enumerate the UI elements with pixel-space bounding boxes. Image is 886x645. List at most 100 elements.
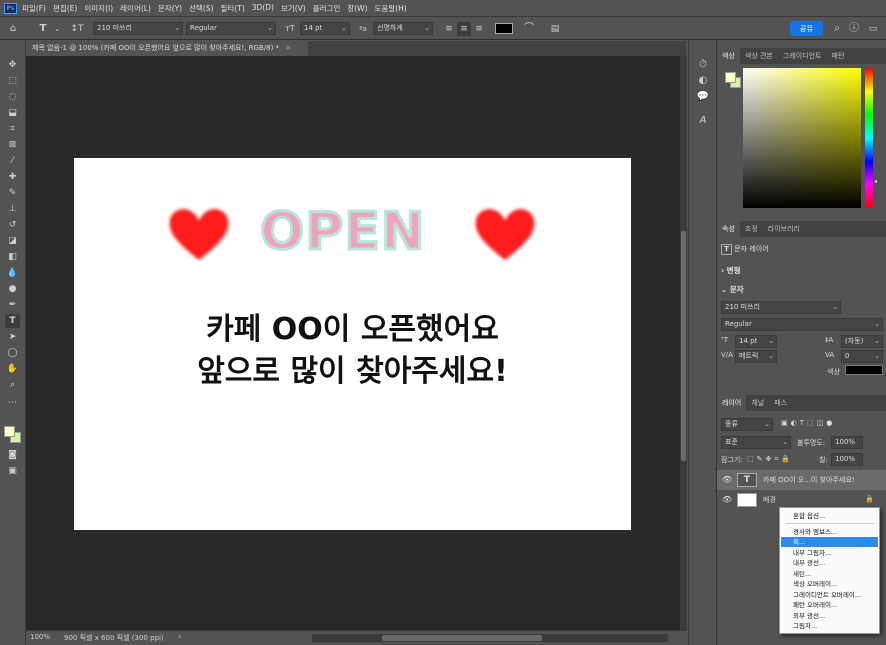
color-picker-field[interactable] — [743, 68, 861, 208]
tab-color[interactable]: 색상 — [717, 48, 740, 64]
history-panel-icon[interactable]: ⏱ — [696, 58, 710, 72]
horizontal-scrollbar[interactable] — [312, 634, 668, 642]
font-family-select[interactable]: 210 미쓰리 ⌄ — [93, 22, 183, 35]
context-menu-item[interactable]: 새틴... — [781, 569, 878, 579]
menu-item[interactable]: 플러그인 — [313, 3, 341, 14]
canvas-text-line-1[interactable]: 카페 OO이 오픈했어요 — [74, 304, 631, 348]
move-tool-icon[interactable]: ✥ — [5, 58, 20, 72]
type-tool-icon[interactable]: T — [5, 314, 20, 328]
gradient-tool-icon[interactable]: ◧ — [5, 250, 20, 264]
align-center-icon[interactable]: ≡ — [457, 22, 471, 36]
context-menu-item[interactable]: 내부 그림자... — [781, 548, 878, 558]
layer-name[interactable]: 배경 — [763, 495, 776, 505]
brush-tool-icon[interactable]: ✎ — [5, 186, 20, 200]
tab-layers[interactable]: 레이어 — [717, 395, 747, 411]
canvas-text-line-2[interactable]: 앞으로 많이 찾아주세요! — [74, 346, 631, 390]
document-tab[interactable]: 제목 없음-1 @ 100% (카페 OO이 오픈했어요 앞으로 많이 찾아주세… — [26, 41, 308, 56]
context-menu-item[interactable]: 획... — [781, 537, 878, 547]
props-color-swatch[interactable] — [845, 365, 883, 375]
healing-brush-tool-icon[interactable]: ✚ — [5, 170, 20, 184]
context-menu-item[interactable]: 외부 광선... — [781, 611, 878, 621]
tab-swatches[interactable]: 색상 견본 — [740, 48, 778, 64]
eyedropper-tool-icon[interactable]: ⁄ — [5, 154, 20, 168]
menu-item[interactable]: 이미지(I) — [84, 3, 113, 14]
opacity-input[interactable]: 100% — [831, 436, 863, 449]
fill-input[interactable]: 100% — [831, 453, 863, 466]
foreground-swatch[interactable] — [725, 72, 736, 83]
leading-select[interactable]: (자동) ⌄ — [841, 335, 883, 348]
context-menu-item[interactable]: 패턴 오버레이... — [781, 600, 878, 610]
help-icon[interactable]: ⓘ — [847, 22, 861, 36]
menu-item[interactable]: 보기(V) — [281, 3, 306, 14]
antialias-select[interactable]: 선명하게 ⌄ — [373, 22, 433, 35]
props-font-size-select[interactable]: 14 pt ⌄ — [735, 335, 777, 348]
screen-mode-icon[interactable]: ▣ — [5, 464, 20, 478]
hand-tool-icon[interactable]: ✋ — [5, 362, 20, 376]
crop-tool-icon[interactable]: ⌗ — [5, 122, 20, 136]
layer-filter-select[interactable]: 종류 ⌄ — [721, 418, 773, 431]
align-left-icon[interactable]: ≡ — [442, 22, 456, 36]
foreground-color-swatch[interactable] — [4, 426, 15, 437]
menu-item[interactable]: 3D(D) — [252, 3, 274, 14]
tab-channels[interactable]: 채널 — [746, 395, 769, 411]
context-menu-item[interactable]: 색상 오버레이... — [781, 579, 878, 589]
hue-slider[interactable] — [865, 68, 873, 208]
kerning-select[interactable]: 메트릭 ⌄ — [735, 350, 777, 363]
hue-slider-handle-icon[interactable]: ◂ — [874, 178, 877, 185]
align-right-icon[interactable]: ≡ — [472, 22, 486, 36]
pen-tool-icon[interactable]: ✒ — [5, 298, 20, 312]
character-panel-icon[interactable]: A — [696, 114, 710, 128]
home-icon[interactable]: ⌂ — [6, 22, 20, 36]
tracking-select[interactable]: 0 ⌄ — [841, 350, 883, 363]
context-menu-item[interactable]: 그레이디언트 오버레이... — [781, 590, 878, 600]
clone-stamp-tool-icon[interactable]: ⊥ — [5, 202, 20, 216]
zoom-tool-icon[interactable]: ⌕ — [5, 378, 20, 392]
context-menu-item[interactable]: 내부 광선... — [781, 558, 878, 568]
lock-icons[interactable]: ⬚✎✥⌗🔒 — [747, 455, 793, 464]
character-panel-icon[interactable]: ▤ — [548, 22, 562, 36]
dodge-tool-icon[interactable]: ● — [5, 282, 20, 296]
status-chevron-icon[interactable]: › — [178, 632, 181, 641]
text-orientation-icon[interactable]: ↕T — [70, 22, 84, 36]
tool-preset-chevron-icon[interactable]: ⌄ — [50, 22, 64, 36]
blur-tool-icon[interactable]: 💧 — [5, 266, 20, 280]
horizontal-scroll-thumb[interactable] — [382, 635, 542, 641]
blend-mode-select[interactable]: 표준 ⌄ — [721, 436, 791, 449]
menu-item[interactable]: 도움말(H) — [375, 3, 407, 14]
vertical-scroll-thumb[interactable] — [681, 231, 686, 461]
context-menu-item[interactable]: 경사와 엠보스... — [781, 527, 878, 537]
shape-tool-icon[interactable]: ◯ — [5, 346, 20, 360]
layer-name[interactable]: 카페 OO이 오...이 찾아주세요! — [763, 475, 855, 485]
menu-item[interactable]: 편집(E) — [53, 3, 77, 14]
more-tools-icon[interactable]: ⋯ — [5, 396, 20, 410]
comments-panel-icon[interactable]: 💬 — [696, 90, 710, 104]
character-section[interactable]: ⌄ 문자 — [721, 284, 744, 295]
workspace-icon[interactable]: ▭ — [866, 22, 880, 36]
transform-section[interactable]: › 변형 — [721, 265, 741, 276]
tab-gradients[interactable]: 그레이디언트 — [778, 48, 827, 64]
document-canvas[interactable]: OPEN 카페 OO이 오픈했어요 앞으로 많이 찾아주세요! — [74, 158, 631, 530]
layer-filter-icons[interactable]: ▣◐T⬚◫● — [781, 419, 835, 427]
tab-paths[interactable]: 패스 — [769, 395, 792, 411]
text-color-swatch[interactable] — [495, 23, 513, 34]
props-font-family-select[interactable]: 210 미쓰리 ⌄ — [721, 301, 841, 314]
tab-libraries[interactable]: 라이브러리 — [763, 221, 805, 237]
history-brush-tool-icon[interactable]: ↺ — [5, 218, 20, 232]
lasso-tool-icon[interactable]: ◌ — [5, 90, 20, 104]
tab-properties[interactable]: 속성 — [717, 221, 740, 237]
path-select-tool-icon[interactable]: ➤ — [5, 330, 20, 344]
visibility-eye-icon[interactable]: 👁 — [722, 495, 732, 504]
canvas-area[interactable]: OPEN 카페 OO이 오픈했어요 앞으로 많이 찾아주세요! — [26, 56, 680, 630]
close-tab-icon[interactable]: × — [285, 44, 291, 52]
menu-item[interactable]: 필터(T) — [221, 3, 245, 14]
type-tool-icon[interactable]: T — [36, 22, 50, 36]
warp-text-icon[interactable]: ⌒ — [522, 22, 536, 36]
tab-adjustments[interactable]: 조정 — [740, 221, 763, 237]
frame-tool-icon[interactable]: ⊠ — [5, 138, 20, 152]
context-menu-item[interactable]: 혼합 옵션... — [781, 511, 878, 521]
visibility-eye-icon[interactable]: 👁 — [722, 475, 732, 484]
menu-item[interactable]: 창(W) — [347, 3, 367, 14]
object-select-tool-icon[interactable]: ⬓ — [5, 106, 20, 120]
search-icon[interactable]: ⌕ — [830, 22, 844, 36]
context-menu-item[interactable]: 그림자... — [781, 621, 878, 631]
